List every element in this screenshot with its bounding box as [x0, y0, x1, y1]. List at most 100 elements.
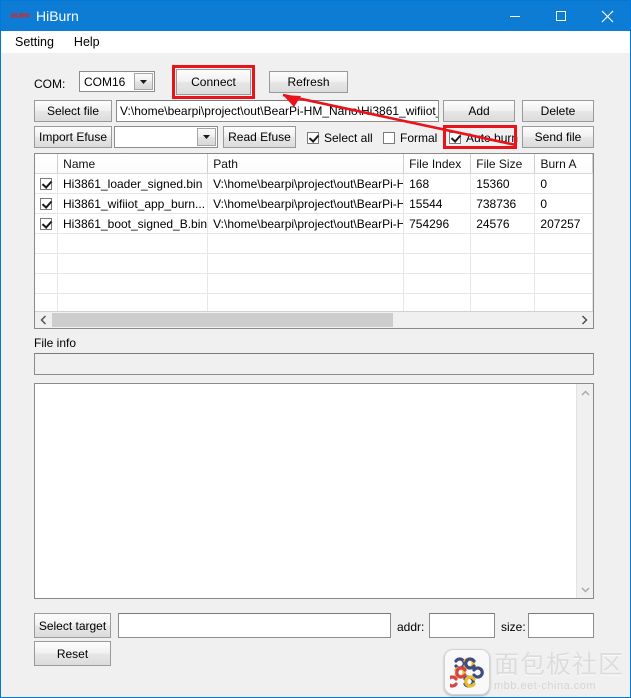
cell-burn-addr: 207257 [535, 214, 593, 233]
cell-empty [58, 274, 209, 293]
select-all-checkbox[interactable]: Select all [307, 131, 373, 145]
cell-file-size: 738736 [471, 194, 536, 213]
cell-empty [535, 254, 593, 273]
cell-path: V:\home\bearpi\project\out\BearPi-H... [208, 194, 405, 213]
maximize-icon[interactable] [538, 1, 584, 31]
addr-input[interactable] [429, 613, 495, 638]
delete-button[interactable]: Delete [522, 100, 594, 122]
size-input[interactable] [528, 613, 594, 638]
minimize-icon[interactable] [492, 1, 538, 31]
close-icon[interactable] [584, 1, 630, 31]
checkbox-box [307, 132, 319, 144]
checkbox-box [39, 177, 52, 190]
cell-empty [535, 234, 593, 253]
column-header-burn-addr[interactable]: Burn A [535, 154, 593, 173]
import-efuse-button[interactable]: Import Efuse [34, 126, 112, 148]
cell-empty [471, 274, 536, 293]
table-body: Hi3861_loader_signed.bin V:\home\bearpi\… [35, 174, 593, 328]
column-header-file-index[interactable]: File Index [404, 154, 472, 173]
checkbox-box [449, 132, 461, 144]
add-button[interactable]: Add [443, 100, 515, 122]
menu-item-help[interactable]: Help [64, 33, 110, 51]
cell-empty [208, 234, 405, 253]
chevron-right-icon[interactable] [576, 312, 593, 328]
cell-name: Hi3861_wifiiot_app_burn... [58, 194, 209, 213]
table-horizontal-scrollbar[interactable] [35, 311, 593, 328]
cell-empty [35, 254, 59, 273]
file-info-input[interactable] [34, 353, 594, 375]
cell-file-size: 24576 [471, 214, 536, 233]
chevron-left-icon[interactable] [35, 312, 52, 328]
column-header-file-size[interactable]: File Size [471, 154, 536, 173]
size-label: size: [501, 620, 526, 634]
cell-empty [404, 274, 472, 293]
table-row[interactable]: Hi3861_boot_signed_B.bin V:\home\bearpi\… [35, 214, 593, 234]
cell-name: Hi3861_loader_signed.bin [58, 174, 209, 193]
log-vertical-scrollbar[interactable] [576, 384, 593, 598]
com-label: COM: [34, 77, 66, 91]
cell-empty [535, 274, 593, 293]
checkbox-box [39, 217, 52, 230]
addr-label: addr: [397, 620, 425, 634]
reset-button[interactable]: Reset [34, 641, 111, 666]
table-row[interactable]: Hi3861_loader_signed.bin V:\home\bearpi\… [35, 174, 593, 194]
auto-burn-checkbox[interactable]: Auto burn [449, 131, 518, 145]
checkbox-box [383, 132, 395, 144]
table-row[interactable]: Hi3861_wifiiot_app_burn... V:\home\bearp… [35, 194, 593, 214]
target-input[interactable] [118, 613, 391, 638]
cell-burn-addr: 0 [535, 174, 593, 193]
row-checkbox[interactable] [35, 174, 58, 193]
title-bar: BURN HiBurn [1, 1, 630, 31]
row-checkbox[interactable] [35, 194, 58, 213]
client-area: COM: COM16 Connect Refresh Select file V… [1, 53, 630, 697]
send-file-button[interactable]: Send file [522, 126, 594, 148]
window-title: HiBurn [36, 8, 79, 24]
log-output[interactable] [34, 383, 594, 599]
table-row-empty[interactable] [35, 274, 593, 294]
chevron-down-icon[interactable] [134, 73, 153, 90]
chevron-up-icon[interactable] [577, 384, 594, 401]
log-text [35, 384, 576, 598]
select-target-button[interactable]: Select target [34, 613, 111, 638]
watermark: 面包板社区 mbb.eet-china.com [444, 649, 624, 695]
select-all-label: Select all [324, 131, 373, 145]
auto-burn-label: Auto burn [466, 131, 519, 145]
cell-burn-addr: 0 [535, 194, 593, 213]
cell-file-index: 15544 [404, 194, 472, 213]
efuse-select[interactable] [114, 126, 218, 148]
formal-checkbox[interactable]: Formal [383, 131, 437, 145]
select-file-button[interactable]: Select file [34, 100, 112, 122]
cell-empty [58, 254, 209, 273]
refresh-button[interactable]: Refresh [269, 71, 348, 93]
table-row-empty[interactable] [35, 254, 593, 274]
table-header: Name Path File Index File Size Burn A [35, 154, 593, 174]
connect-button[interactable]: Connect [176, 69, 251, 95]
column-header-name[interactable]: Name [58, 154, 209, 173]
checkbox-box [39, 197, 52, 210]
menu-item-setting[interactable]: Setting [5, 33, 64, 51]
column-header-path[interactable]: Path [208, 154, 405, 173]
hiburn-window: BURN HiBurn Setting Help COM: COM16 Conn… [0, 0, 631, 698]
chevron-down-icon[interactable] [197, 128, 216, 146]
com-port-select[interactable]: COM16 [79, 71, 155, 92]
column-header-check[interactable] [35, 154, 59, 173]
cell-file-index: 754296 [404, 214, 472, 233]
scrollbar-thumb[interactable] [52, 313, 393, 327]
cell-path: V:\home\bearpi\project\out\BearPi-H... [208, 214, 405, 233]
chevron-down-icon[interactable] [577, 581, 594, 598]
scrollbar-track[interactable] [52, 312, 576, 328]
cell-empty [35, 234, 59, 253]
watermark-url: mbb.eet-china.com [494, 680, 597, 692]
cell-path: V:\home\bearpi\project\out\BearPi-H... [208, 174, 405, 193]
file-table[interactable]: Name Path File Index File Size Burn A Hi… [34, 153, 594, 329]
cell-empty [404, 234, 472, 253]
table-row-empty[interactable] [35, 234, 593, 254]
read-efuse-button[interactable]: Read Efuse [223, 126, 296, 148]
com-port-value: COM16 [84, 74, 126, 89]
cell-empty [471, 234, 536, 253]
cell-empty [58, 234, 209, 253]
file-path-input[interactable]: V:\home\bearpi\project\out\BearPi-HM_Nan… [116, 100, 439, 122]
row-checkbox[interactable] [35, 214, 58, 233]
watermark-logo-icon [444, 649, 490, 695]
formal-label: Formal [400, 131, 438, 145]
